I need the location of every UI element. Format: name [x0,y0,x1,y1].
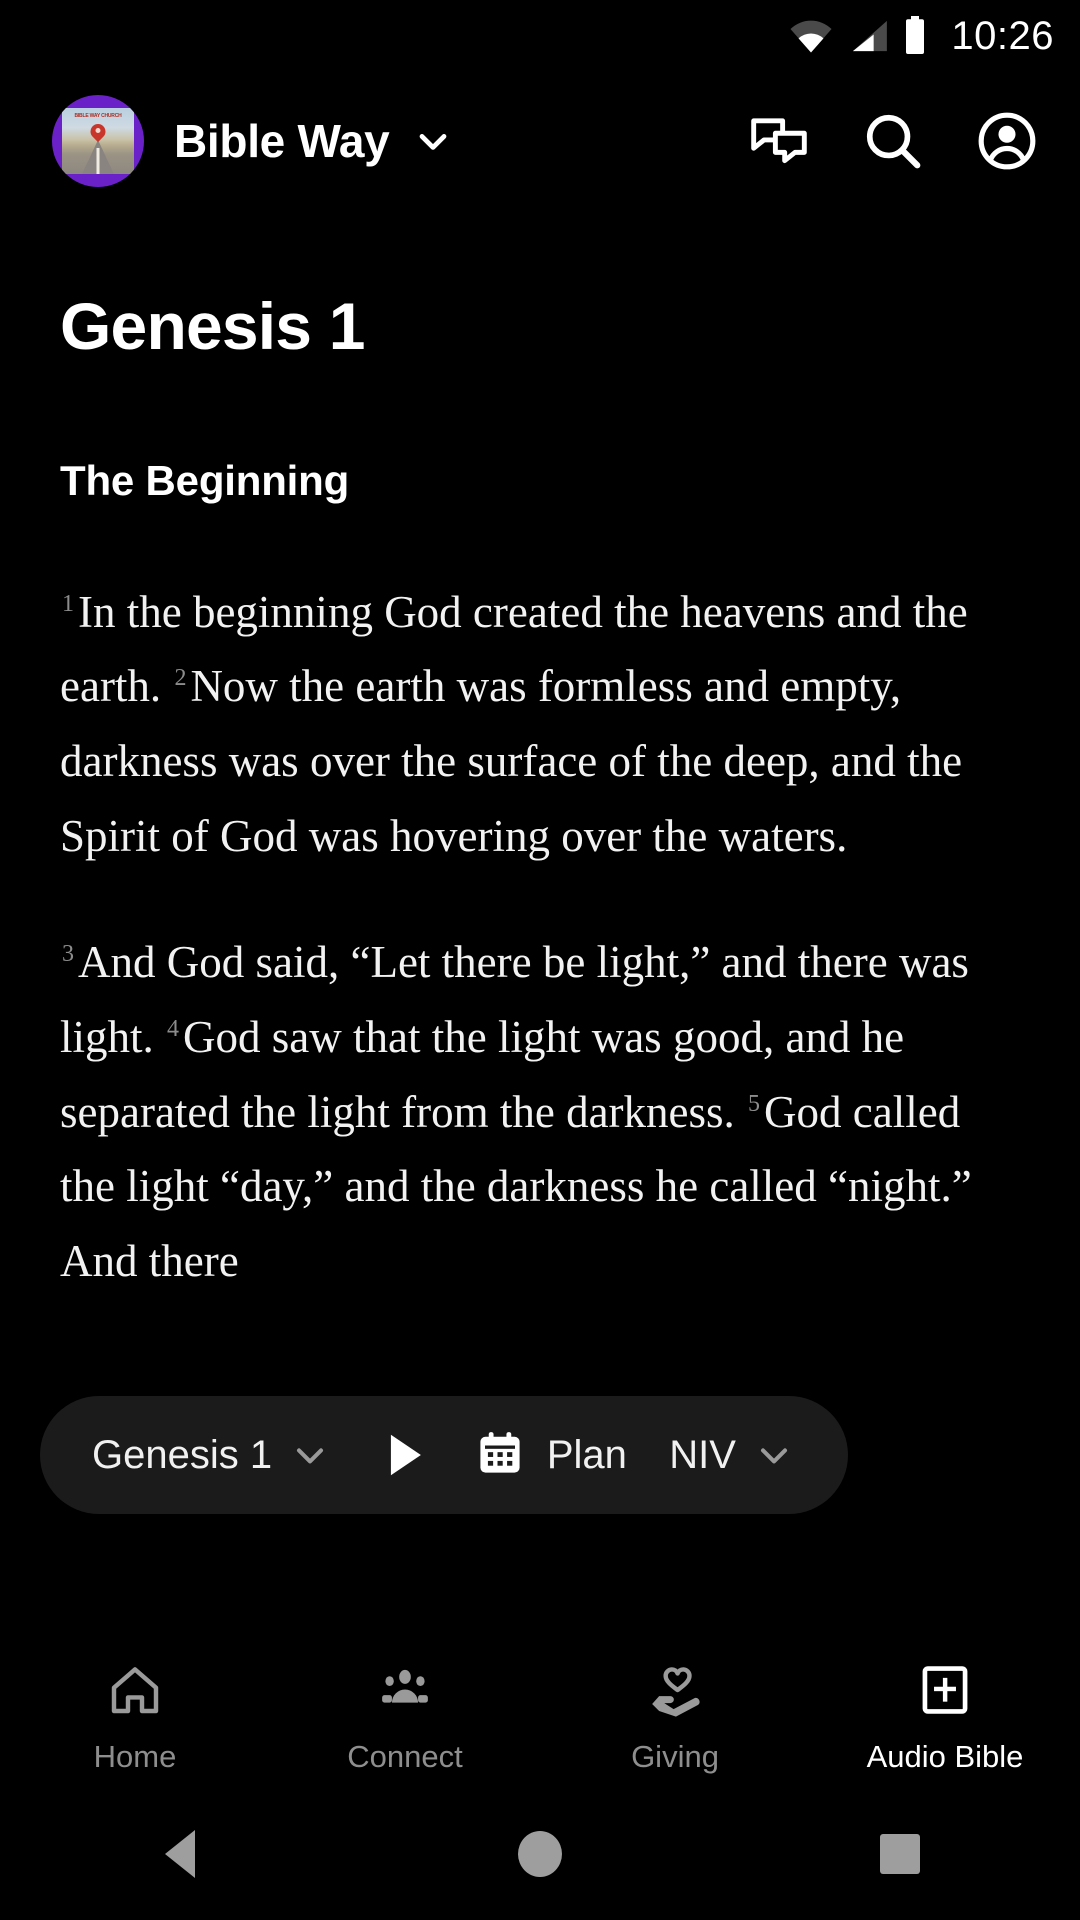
bottom-navigation: Home Connect Giving Audio Bible [0,1648,1080,1788]
nav-item-label: Home [93,1738,177,1774]
verse-paragraph[interactable]: 3And God said, “Let there be light,” and… [60,925,1020,1298]
people-group-icon [377,1662,433,1723]
app-screen: 10:26 BIBLE WAY CHURCH Bible Way Genesis… [0,0,1080,1920]
search-icon[interactable] [862,110,924,172]
version-selector-label: NIV [669,1432,736,1477]
verse-number: 1 [62,590,74,617]
app-bar-actions [748,110,1038,172]
triangle-back-icon [165,1830,195,1878]
system-back-button[interactable] [0,1830,360,1878]
verse-number: 2 [174,665,187,692]
version-selector[interactable]: NIV [669,1433,796,1478]
bible-book-icon [917,1662,973,1723]
logo-road-stripe [96,148,100,174]
play-icon[interactable] [374,1426,432,1484]
app-title[interactable]: Bible Way [174,114,390,168]
logo-artwork: BIBLE WAY CHURCH [62,108,134,174]
nav-item-label: Giving [631,1738,719,1774]
messages-icon[interactable] [748,110,810,172]
verse-paragraph[interactable]: 1In the beginning God created the heaven… [60,575,1020,874]
home-icon [107,1662,163,1723]
verse-number: 5 [748,1090,761,1117]
system-recents-button[interactable] [720,1834,1080,1874]
map-pin-dot [95,128,101,133]
logo-artwork-text: BIBLE WAY CHURCH [74,113,122,119]
circle-home-icon [518,1831,562,1877]
plan-button[interactable]: Plan [475,1428,627,1483]
chapter-selector[interactable]: Genesis 1 [92,1433,332,1478]
reader-toolbar: Genesis 1 Plan NIV [40,1396,848,1514]
square-recents-icon [880,1834,920,1874]
chevron-down-icon [288,1433,332,1477]
bible-reader: Genesis 1 The Beginning 1In the beginnin… [0,268,1080,1299]
nav-item-giving[interactable]: Giving [540,1662,810,1775]
nav-item-label: Audio Bible [866,1738,1024,1774]
page-title: Genesis 1 [60,289,365,363]
system-home-button[interactable] [360,1831,720,1877]
hand-heart-icon [647,1662,703,1723]
nav-item-label: Connect [347,1738,463,1774]
chapter-selector-label: Genesis 1 [92,1432,273,1477]
wifi-icon [789,19,833,53]
nav-item-home[interactable]: Home [0,1662,270,1775]
cellular-signal-icon [847,19,889,53]
church-logo[interactable]: BIBLE WAY CHURCH [52,95,144,187]
battery-icon [903,16,927,56]
verse-number: 4 [167,1016,180,1043]
nav-item-connect[interactable]: Connect [270,1662,540,1775]
status-bar-clock: 10:26 [951,14,1054,58]
nav-item-audio-bible[interactable]: Audio Bible [810,1662,1080,1775]
status-bar: 10:26 [0,0,1080,72]
chevron-down-icon[interactable] [411,119,455,163]
app-bar: BIBLE WAY CHURCH Bible Way [0,86,1080,196]
system-navigation-bar [0,1788,1080,1920]
verse-text: Now the earth was formless and empty, da… [60,661,963,861]
plan-button-label: Plan [546,1432,627,1477]
chevron-down-icon [752,1433,796,1477]
verse-number: 3 [62,941,74,968]
calendar-icon [475,1428,525,1483]
section-heading: The Beginning [60,456,350,504]
account-icon[interactable] [976,110,1038,172]
